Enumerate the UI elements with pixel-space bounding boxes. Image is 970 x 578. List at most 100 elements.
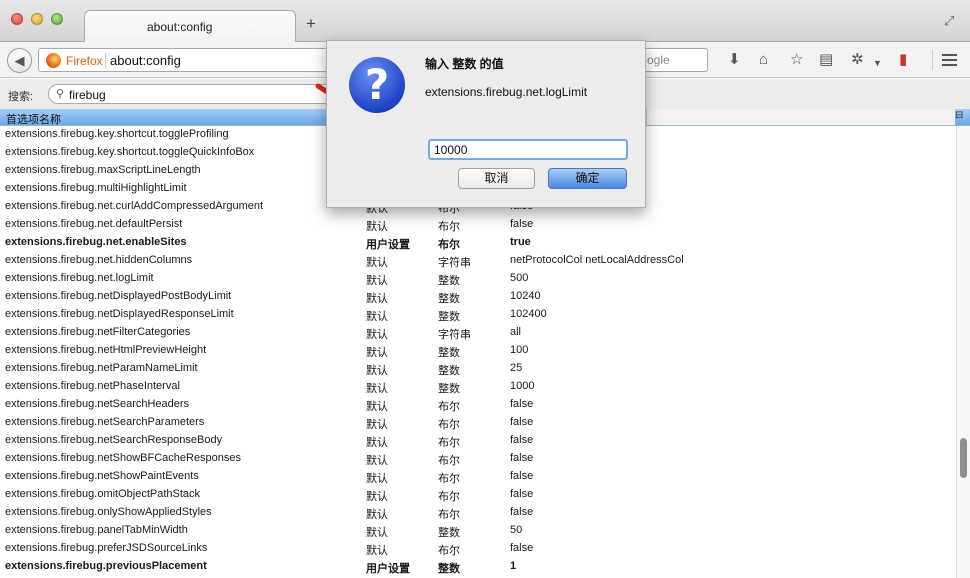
table-row[interactable]: extensions.firebug.netFilterCategories 默认… [0,324,956,342]
pref-status: 默认 [366,347,388,359]
pref-type: 整数 [438,275,460,287]
pref-name: extensions.firebug.netPhaseInterval [5,380,180,392]
pref-value: true [510,236,531,248]
pref-status: 默认 [366,221,388,233]
search-input[interactable]: ⚲ firebug [48,84,348,104]
download-icon[interactable]: ⬇ [728,52,741,68]
pref-type: 布尔 [438,239,460,251]
table-row[interactable]: extensions.firebug.netSearchParameters 默认… [0,414,956,432]
column-header-name[interactable]: 首选项名称 [6,111,61,127]
pref-status: 默认 [366,455,388,467]
table-row[interactable]: extensions.firebug.netHtmlPreviewHeight 默… [0,342,956,360]
search-icon: ⚲ [56,88,65,100]
table-row[interactable]: extensions.firebug.netDisplayedResponseL… [0,306,956,324]
pref-type: 布尔 [438,221,460,233]
pref-name: extensions.firebug.netShowBFCacheRespons… [5,452,242,464]
fullscreen-icon[interactable]: ⤢ [944,13,954,29]
pref-status: 默认 [366,527,388,539]
table-row[interactable]: extensions.firebug.netShowBFCacheRespons… [0,450,956,468]
table-row[interactable]: extensions.firebug.netPhaseInterval 默认 整数 1… [0,378,956,396]
window-zoom-button[interactable] [51,13,63,25]
pref-name: extensions.firebug.net.logLimit [5,272,154,284]
pref-type: 整数 [438,293,460,305]
firebug-icon[interactable]: ✲ [851,52,864,68]
column-picker-icon[interactable]: ⊟ [955,110,963,121]
pref-status: 默认 [366,545,388,557]
table-row[interactable]: extensions.firebug.net.defaultPersist 默认 布… [0,216,956,234]
url-text[interactable]: about:config [110,53,181,68]
window-minimize-button[interactable] [31,13,43,25]
pref-type: 布尔 [438,419,460,431]
table-row[interactable]: extensions.firebug.netShowPaintEvents 默认 布… [0,468,956,486]
identity-label[interactable]: Firefox [66,54,103,68]
table-row[interactable]: extensions.firebug.netParamNameLimit 默认 整数… [0,360,956,378]
value-input[interactable] [428,139,628,160]
table-row[interactable]: extensions.firebug.net.hiddenColumns 默认 字符… [0,252,956,270]
new-tab-button[interactable]: + [306,15,316,32]
pref-type: 整数 [438,383,460,395]
table-row[interactable]: extensions.firebug.preferJSDSourceLinks 默… [0,540,956,558]
dialog-message: extensions.firebug.net.logLimit [425,85,588,99]
pref-type: 布尔 [438,491,460,503]
pref-status: 默认 [366,311,388,323]
table-row[interactable]: extensions.firebug.net.logLimit 默认 整数 500 [0,270,956,288]
pref-type: 布尔 [438,455,460,467]
table-row[interactable]: extensions.firebug.netSearchResponseBody… [0,432,956,450]
bookmark-star-icon[interactable]: ☆ [790,52,803,68]
pref-status: 默认 [366,473,388,485]
pref-value: 25 [510,362,523,374]
cancel-button[interactable]: 取消 [458,168,535,189]
pref-status: 用户设置 [366,563,410,575]
pref-value: false [510,416,534,428]
vertical-scrollbar[interactable] [956,126,970,578]
pref-name: extensions.firebug.net.defaultPersist [5,218,183,230]
table-row[interactable]: extensions.firebug.netDisplayedPostBodyL… [0,288,956,306]
pref-type: 整数 [438,563,460,575]
table-row[interactable]: extensions.firebug.net.enableSites 用户设置 布尔… [0,234,956,252]
pref-status: 默认 [366,419,388,431]
firebug-dropdown-icon[interactable]: ▼ [873,55,882,71]
table-row[interactable]: extensions.firebug.netSearchHeaders 默认 布尔 f… [0,396,956,414]
window-close-button[interactable] [11,13,23,25]
reading-list-icon[interactable]: ▤ [819,52,833,68]
pref-name: extensions.firebug.panelTabMinWidth [5,524,188,536]
pref-name: extensions.firebug.multiHighlightLimit [5,182,187,194]
pref-status: 用户设置 [366,239,410,251]
table-row[interactable]: extensions.firebug.omitObjectPathStack 默认… [0,486,956,504]
home-icon[interactable]: ⌂ [759,52,768,68]
pref-name: extensions.firebug.netDisplayedPostBodyL… [5,290,232,302]
pref-value: false [510,452,534,464]
scrollbar-thumb[interactable] [960,438,967,478]
tab-about-config[interactable]: about:config [84,10,296,43]
pref-value: false [510,542,534,554]
pref-name: extensions.firebug.onlyShowAppliedStyles [5,506,212,518]
pref-value: 500 [510,272,529,284]
menu-icon[interactable] [932,50,960,70]
pref-status: 默认 [366,257,388,269]
pref-value: false [510,218,534,230]
search-input-value: firebug [69,88,106,102]
pref-name: extensions.firebug.netDisplayedResponseL… [5,308,234,320]
pref-name: extensions.firebug.netSearchHeaders [5,398,190,410]
pref-value: false [510,434,534,446]
pref-value: false [510,398,534,410]
search-box-partial[interactable]: ogle [647,53,670,67]
pref-status: 默认 [366,275,388,287]
pref-value: netProtocolCol netLocalAddressCol [510,254,684,266]
table-row[interactable]: extensions.firebug.onlyShowAppliedStyles… [0,504,956,522]
pref-type: 整数 [438,311,460,323]
pref-name: extensions.firebug.net.enableSites [5,236,187,248]
ok-button[interactable]: 确定 [548,168,627,189]
back-button[interactable]: ◀ [7,48,32,73]
pref-value: 50 [510,524,523,536]
pref-status: 默认 [366,293,388,305]
table-row[interactable]: extensions.firebug.previousPlacement 用户设置… [0,558,956,576]
pref-name: extensions.firebug.netHtmlPreviewHeight [5,344,207,356]
pref-name: extensions.firebug.netParamNameLimit [5,362,198,374]
pref-name: extensions.firebug.netShowPaintEvents [5,470,199,482]
addon-icon[interactable]: ▮ [899,52,907,68]
pref-value: 1000 [510,380,535,392]
pref-type: 字符串 [438,257,471,269]
table-row[interactable]: extensions.firebug.panelTabMinWidth 默认 整数 5… [0,522,956,540]
pref-type: 字符串 [438,329,471,341]
